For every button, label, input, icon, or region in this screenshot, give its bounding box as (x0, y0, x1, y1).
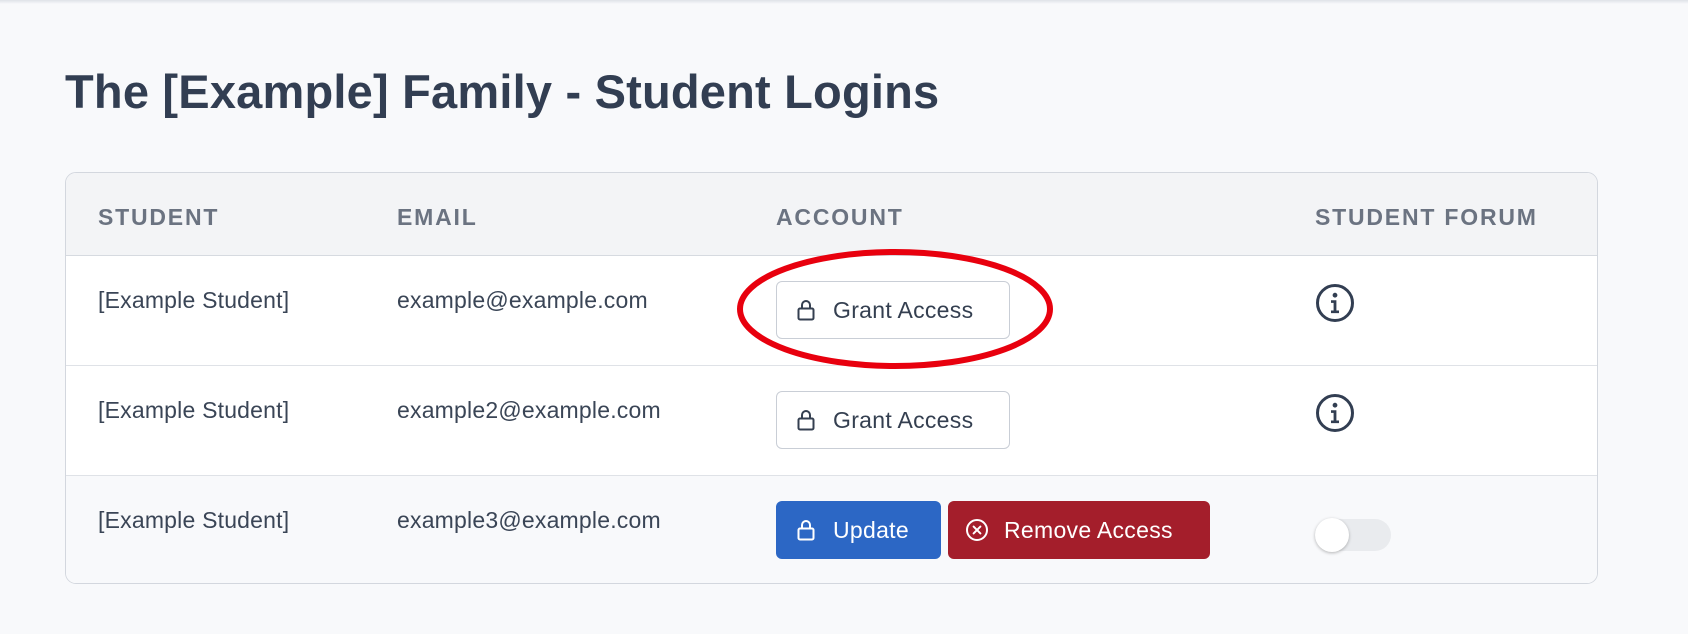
x-circle-icon (965, 518, 989, 542)
grant-access-button[interactable]: Grant Access (776, 391, 1010, 449)
grant-access-label: Grant Access (833, 296, 974, 323)
lock-icon (794, 518, 818, 542)
page-title: The [Example] Family - Student Logins (65, 65, 940, 118)
table-header: STUDENT EMAIL ACCOUNT STUDENT FORUM (66, 173, 1597, 256)
update-label: Update (833, 516, 909, 543)
remove-access-button[interactable]: Remove Access (948, 501, 1210, 559)
lock-icon (794, 408, 818, 432)
header-account: ACCOUNT (776, 204, 904, 230)
info-icon[interactable] (1315, 283, 1355, 323)
header-email: EMAIL (397, 204, 478, 230)
header-student-forum: STUDENT FORUM (1315, 204, 1538, 230)
student-name: [Example Student] (98, 287, 290, 313)
student-forum-toggle[interactable] (1315, 518, 1391, 552)
student-logins-table: STUDENT EMAIL ACCOUNT STUDENT FORUM [Exa… (65, 172, 1598, 584)
student-email: example@example.com (397, 287, 648, 313)
info-icon[interactable] (1315, 393, 1355, 433)
header-student: STUDENT (98, 204, 220, 230)
student-email: example2@example.com (397, 397, 661, 423)
update-button[interactable]: Update (776, 501, 941, 559)
student-name: [Example Student] (98, 397, 290, 423)
toggle-knob (1315, 518, 1349, 552)
grant-access-label: Grant Access (833, 406, 974, 433)
grant-access-button[interactable]: Grant Access (776, 281, 1010, 339)
table-row: [Example Student] example3@example.com U… (66, 476, 1597, 583)
student-name: [Example Student] (98, 507, 290, 533)
student-email: example3@example.com (397, 507, 661, 533)
table-row: [Example Student] example@example.com Gr… (66, 256, 1597, 366)
remove-access-label: Remove Access (1004, 516, 1173, 543)
top-shadow (0, 0, 1688, 4)
table-row: [Example Student] example2@example.com G… (66, 366, 1597, 476)
lock-icon (794, 298, 818, 322)
